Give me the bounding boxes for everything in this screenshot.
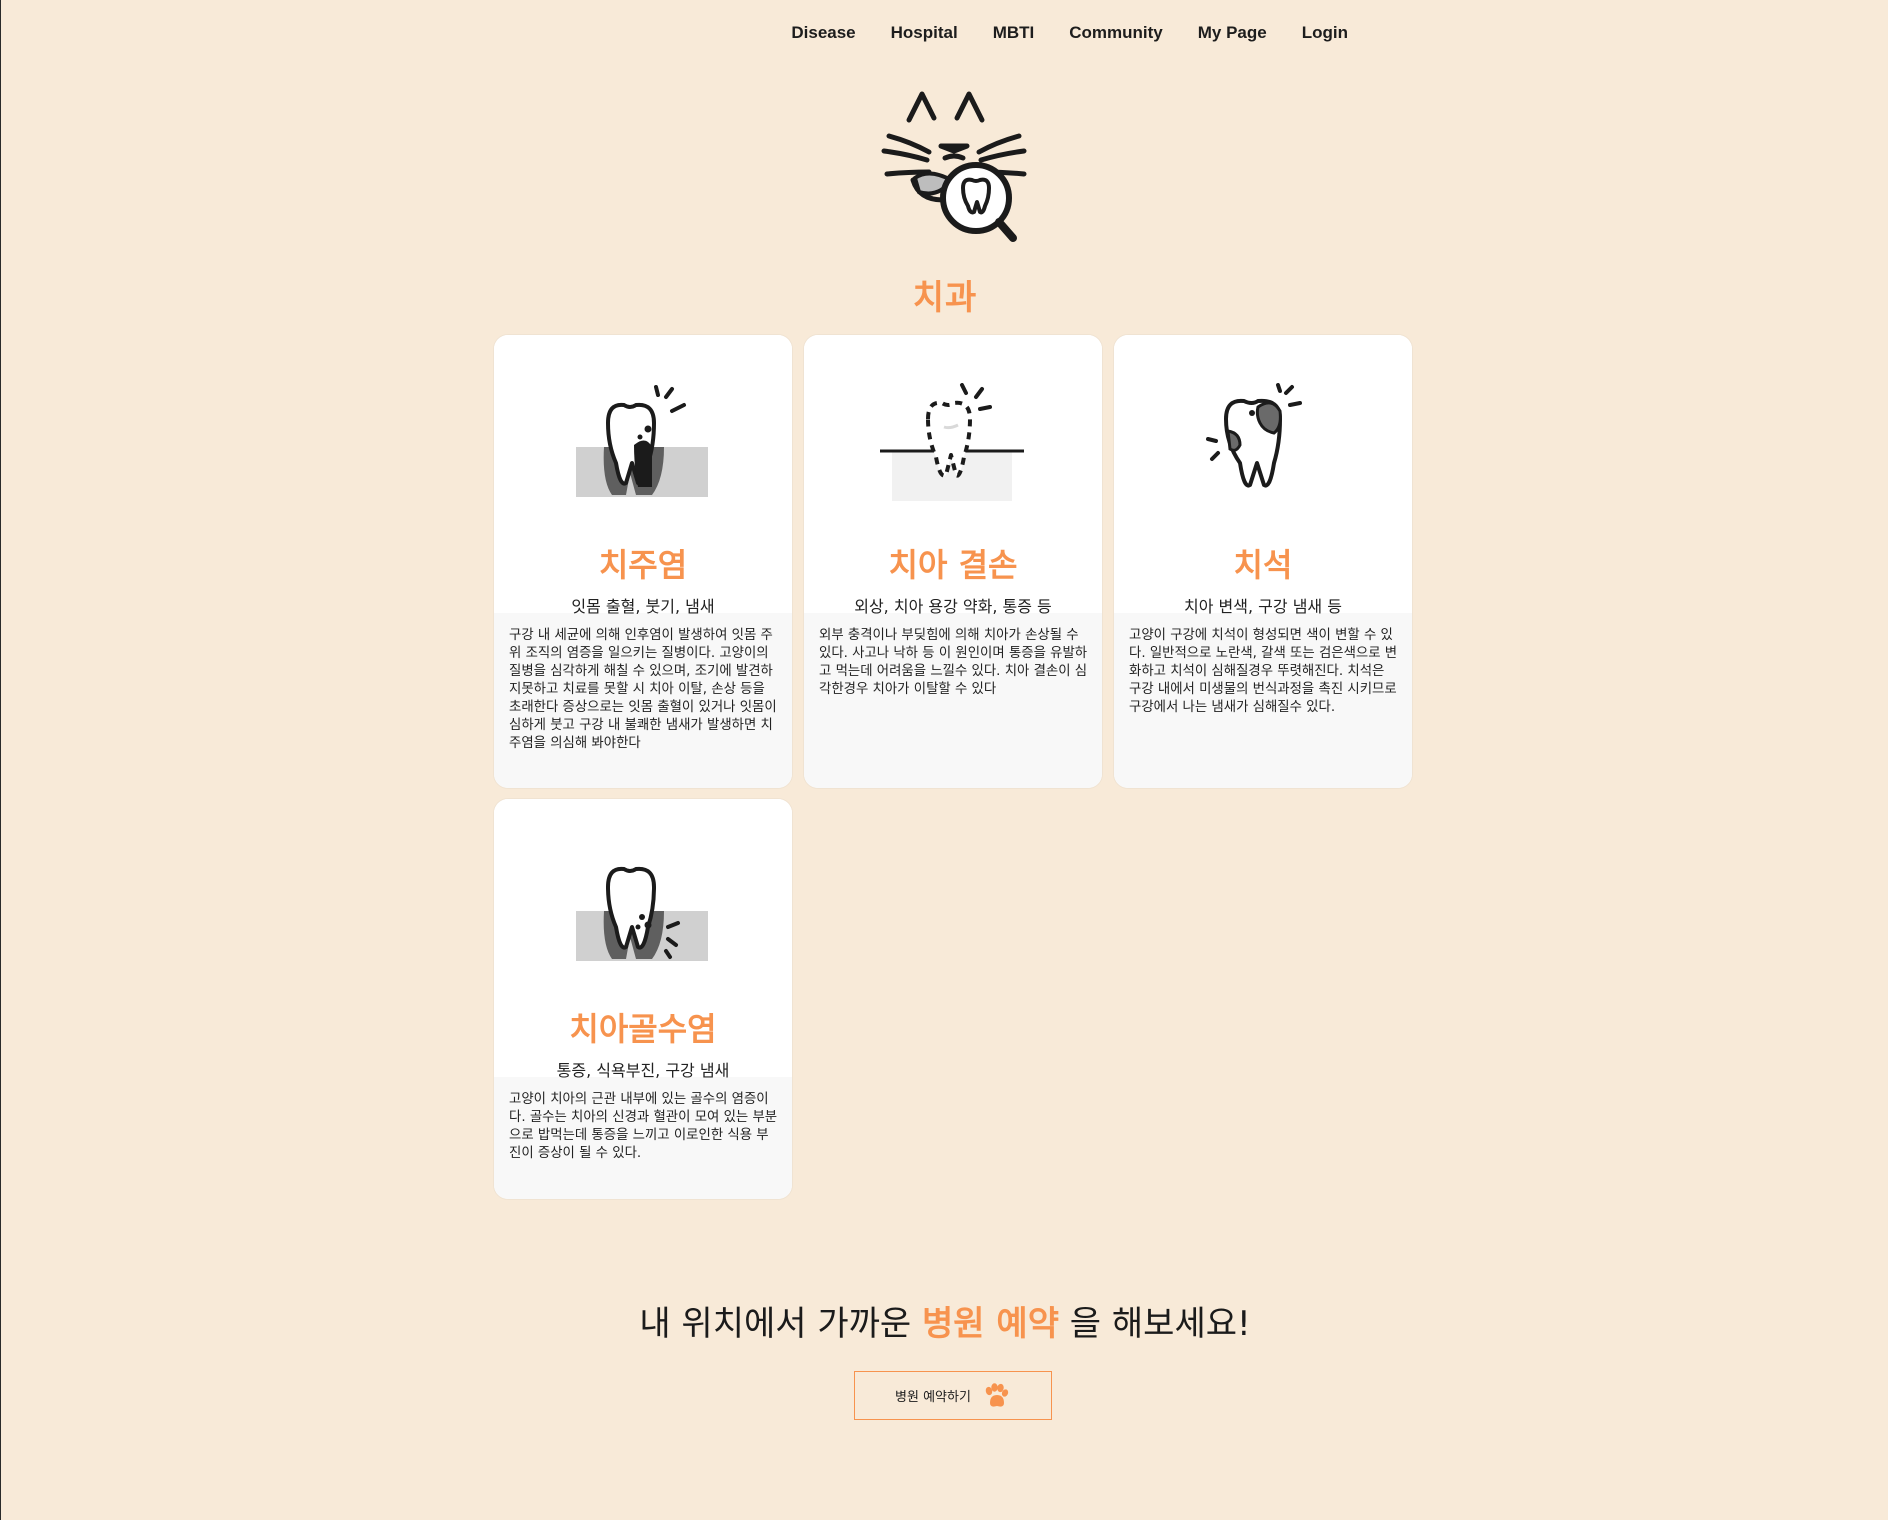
book-hospital-button-label: 병원 예약하기 bbox=[895, 1390, 971, 1405]
nav-hospital[interactable]: Hospital bbox=[891, 23, 958, 43]
reservation-prompt-after: 을 해보세요! bbox=[1058, 1304, 1251, 1344]
nav-mbti[interactable]: MBTI bbox=[993, 23, 1035, 43]
nav-my-page[interactable]: My Page bbox=[1198, 23, 1267, 43]
reservation-prompt-before: 내 위치에서 가까운 bbox=[639, 1304, 923, 1344]
card-symptoms: 통증, 식욕부진, 구강 냄새 bbox=[556, 1061, 730, 1080]
card-description: 구강 내 세균에 의해 인후염이 발생하여 잇몸 주위 조직의 염증을 일으키는… bbox=[494, 613, 792, 788]
card-title: 치석 bbox=[1233, 546, 1293, 584]
book-hospital-button[interactable]: 병원 예약하기 bbox=[854, 1371, 1052, 1420]
periodontitis-tooth-icon bbox=[576, 385, 708, 497]
tartar-tooth-icon bbox=[1206, 383, 1302, 488]
pulpitis-tooth-icon bbox=[576, 866, 708, 961]
page-title: 치과 bbox=[912, 278, 978, 318]
missing-tooth-icon bbox=[880, 383, 1024, 501]
reservation-prompt: 내 위치에서 가까운 병원 예약 을 해보세요! bbox=[1, 1296, 1888, 1345]
paw-icon bbox=[985, 1382, 1009, 1407]
card-symptoms: 외상, 치아 용강 약화, 통증 등 bbox=[854, 597, 1052, 616]
nav-community[interactable]: Community bbox=[1069, 23, 1163, 43]
top-nav: Disease Hospital MBTI Community My Page … bbox=[756, 18, 1348, 48]
card-description: 고양이 치아의 근관 내부에 있는 골수의 염증이다. 골수는 치아의 신경과 … bbox=[494, 1077, 792, 1199]
nav-disease[interactable]: Disease bbox=[791, 23, 855, 43]
card-description: 외부 충격이나 부딪힘에 의해 치아가 손상될 수 있다. 사고나 낙하 등 이… bbox=[804, 613, 1102, 788]
nav-login[interactable]: Login bbox=[1302, 23, 1348, 43]
card-description: 고양이 구강에 치석이 형성되면 색이 변할 수 있다. 일반적으로 노란색, … bbox=[1114, 613, 1412, 788]
reservation-prompt-highlight: 병원 예약 bbox=[922, 1304, 1059, 1344]
card-title: 치아 결손 bbox=[888, 546, 1018, 584]
disease-card[interactable]: 치석 치아 변색, 구강 냄새 등 고양이 구강에 치석이 형성되면 색이 변할… bbox=[1114, 335, 1412, 788]
card-symptoms: 잇몸 출혈, 붓기, 냄새 bbox=[571, 597, 715, 616]
cat-tooth-magnifier-icon bbox=[881, 91, 1027, 242]
card-title: 치주염 bbox=[598, 546, 688, 584]
disease-card[interactable]: 치아골수염 통증, 식욕부진, 구강 냄새 고양이 치아의 근관 내부에 있는 … bbox=[494, 799, 792, 1199]
card-title: 치아골수염 bbox=[569, 1010, 717, 1048]
card-symptoms: 치아 변색, 구강 냄새 등 bbox=[1184, 597, 1342, 616]
disease-card[interactable]: 치주염 잇몸 출혈, 붓기, 냄새 구강 내 세균에 의해 인후염이 발생하여 … bbox=[494, 335, 792, 788]
disease-card[interactable]: 치아 결손 외상, 치아 용강 약화, 통증 등 외부 충격이나 부딪힘에 의해… bbox=[804, 335, 1102, 788]
